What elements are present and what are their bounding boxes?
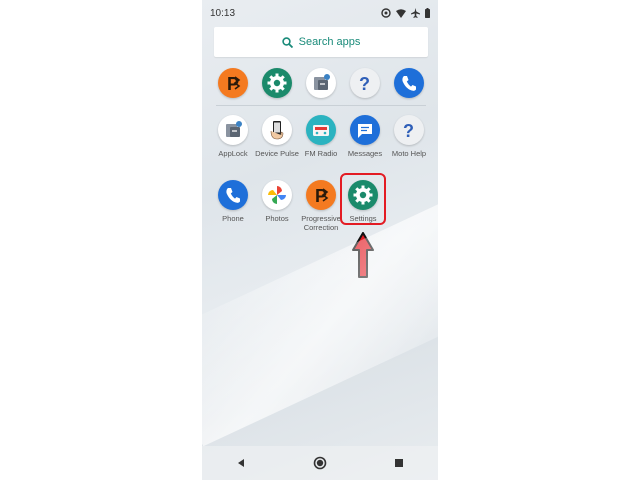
- favorites-divider: [216, 105, 426, 106]
- radio-icon: [306, 115, 336, 145]
- svg-text:?: ?: [359, 74, 370, 94]
- app-label: Moto Help: [391, 149, 427, 158]
- favorite-phone[interactable]: [386, 68, 432, 98]
- app-progressive-correction[interactable]: P Progressive Correction: [298, 180, 344, 232]
- progressive-app-icon: P: [306, 180, 336, 210]
- question-mark-icon: ?: [350, 68, 380, 98]
- status-icons: [381, 8, 430, 18]
- search-icon: [281, 36, 293, 48]
- status-time: 10:13: [210, 7, 236, 19]
- battery-icon: [425, 8, 430, 18]
- question-mark-icon: ?: [394, 115, 424, 145]
- phone-icon: [218, 180, 248, 210]
- svg-text:?: ?: [403, 121, 414, 141]
- pinwheel-icon: [262, 180, 292, 210]
- arrow-up-icon: [352, 232, 374, 278]
- app-applock[interactable]: AppLock: [210, 115, 256, 158]
- applock-app-icon: [218, 115, 248, 145]
- app-phone[interactable]: Phone: [210, 180, 256, 223]
- status-bar: 10:13: [202, 0, 438, 26]
- app-device-pulse[interactable]: Device Pulse: [254, 115, 300, 158]
- applock-app-icon: [306, 68, 336, 98]
- phone-icon: [394, 68, 424, 98]
- hand-phone-icon: [262, 115, 292, 145]
- favorite-applock[interactable]: [298, 68, 344, 98]
- app-photos[interactable]: Photos: [254, 180, 300, 223]
- data-saver-icon: [381, 8, 391, 18]
- gear-icon: [262, 68, 292, 98]
- search-placeholder: Search apps: [298, 36, 361, 48]
- favorite-moto-help[interactable]: ?: [342, 68, 388, 98]
- favorite-progressive[interactable]: P: [210, 68, 256, 98]
- search-apps-bar[interactable]: Search apps: [214, 27, 428, 57]
- settings-highlight-box: [340, 173, 386, 225]
- wifi-icon: [396, 8, 406, 18]
- favorite-settings[interactable]: [254, 68, 300, 98]
- app-messages[interactable]: Messages: [342, 115, 388, 158]
- app-moto-help[interactable]: ? Moto Help: [386, 115, 432, 158]
- airplane-icon: [411, 8, 420, 18]
- progressive-app-icon: P: [218, 68, 248, 98]
- app-fm-radio[interactable]: FM Radio: [298, 115, 344, 158]
- chat-bubble-icon: [350, 115, 380, 145]
